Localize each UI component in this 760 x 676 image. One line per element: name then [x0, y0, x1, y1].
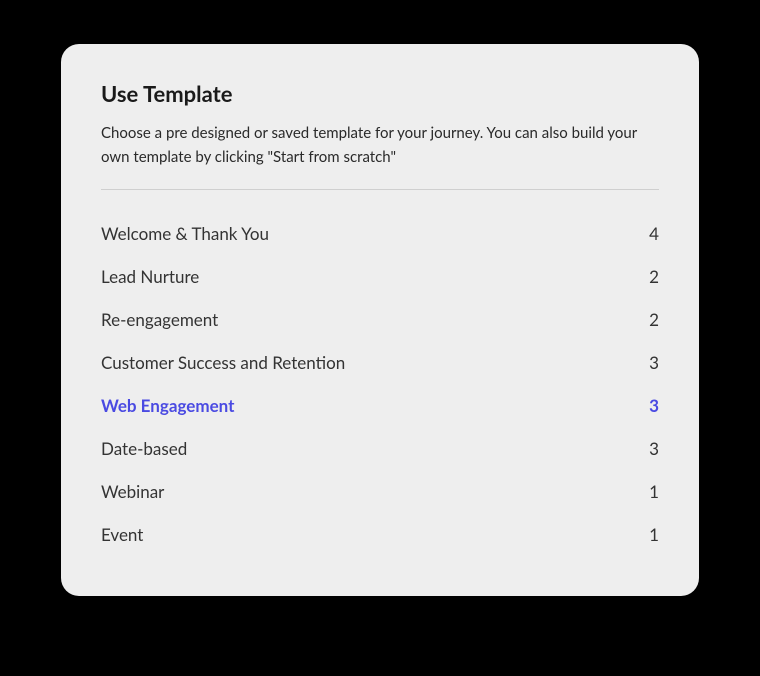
- category-item-date-based[interactable]: Date-based 3: [101, 427, 659, 470]
- category-count: 2: [649, 266, 659, 287]
- category-count: 3: [649, 438, 659, 459]
- category-count: 3: [649, 352, 659, 373]
- category-item-re-engagement[interactable]: Re-engagement 2: [101, 298, 659, 341]
- category-item-lead-nurture[interactable]: Lead Nurture 2: [101, 255, 659, 298]
- divider: [101, 189, 659, 190]
- category-item-webinar[interactable]: Webinar 1: [101, 470, 659, 513]
- category-item-customer-success[interactable]: Customer Success and Retention 3: [101, 341, 659, 384]
- category-label: Customer Success and Retention: [101, 352, 345, 373]
- category-label: Webinar: [101, 481, 164, 502]
- category-count: 4: [649, 223, 659, 244]
- modal-description: Choose a pre designed or saved template …: [101, 121, 659, 169]
- category-count: 2: [649, 309, 659, 330]
- modal-title: Use Template: [101, 80, 659, 107]
- category-item-event[interactable]: Event 1: [101, 513, 659, 556]
- category-count: 1: [649, 481, 659, 502]
- category-item-welcome[interactable]: Welcome & Thank You 4: [101, 212, 659, 255]
- category-label: Welcome & Thank You: [101, 223, 269, 244]
- category-list: Welcome & Thank You 4 Lead Nurture 2 Re-…: [101, 212, 659, 556]
- category-label: Re-engagement: [101, 309, 218, 330]
- category-label: Web Engagement: [101, 395, 234, 416]
- category-count: 1: [649, 524, 659, 545]
- category-count: 3: [649, 395, 659, 416]
- category-label: Event: [101, 524, 143, 545]
- template-modal: Use Template Choose a pre designed or sa…: [61, 44, 699, 596]
- category-label: Date-based: [101, 438, 187, 459]
- category-label: Lead Nurture: [101, 266, 199, 287]
- category-item-web-engagement[interactable]: Web Engagement 3: [101, 384, 659, 427]
